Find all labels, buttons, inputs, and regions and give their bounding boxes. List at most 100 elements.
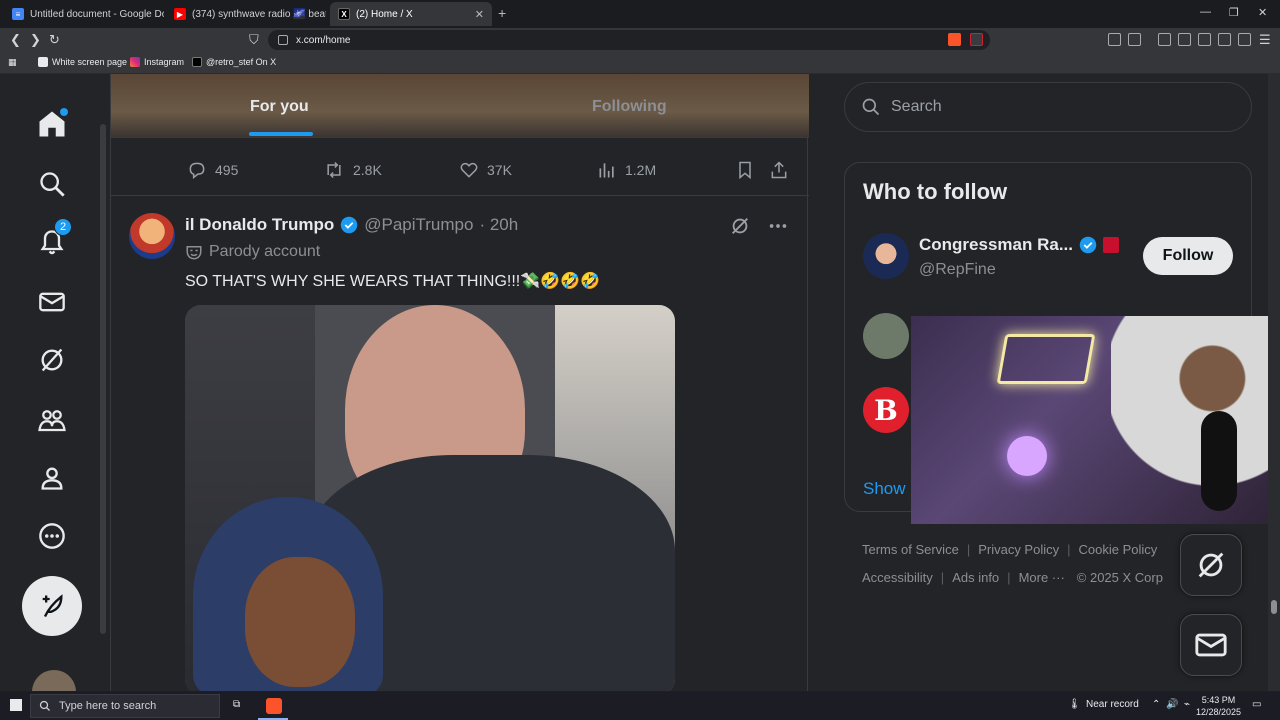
footer-more[interactable]: More ···: [1019, 570, 1065, 585]
like-button[interactable]: 37K: [459, 160, 512, 180]
page-scrollbar[interactable]: [1268, 74, 1280, 691]
volume-icon[interactable]: 🔊: [1166, 699, 1178, 710]
grok-icon[interactable]: [36, 344, 68, 376]
leo-ai-icon[interactable]: [1218, 33, 1231, 46]
notifications-bell-icon[interactable]: 2: [36, 218, 72, 258]
tweet-header-actions: [729, 215, 789, 237]
verified-badge-icon: [1079, 236, 1097, 254]
network-icon[interactable]: ⌁: [1184, 699, 1190, 710]
share-icon[interactable]: [769, 160, 789, 180]
follow-button[interactable]: Follow: [1143, 237, 1233, 275]
brave-shields-icon[interactable]: [948, 33, 961, 46]
bookmark-retro-stef[interactable]: @retro_stef On X: [192, 57, 276, 67]
minimize-icon[interactable]: —: [1200, 6, 1211, 18]
reading-list-icon[interactable]: [1198, 33, 1211, 46]
clock-time: 5:43 PM: [1201, 695, 1236, 705]
tab-title: (2) Home / X: [356, 8, 413, 20]
browser-tab-bar: ≡ Untitled document - Google Docs ▶ (374…: [0, 0, 1280, 28]
site-info-icon[interactable]: [278, 35, 288, 45]
media-icon[interactable]: [1158, 33, 1171, 46]
author-avatar[interactable]: [129, 213, 175, 259]
footer-cookies[interactable]: Cookie Policy: [1079, 542, 1158, 557]
apps-grid-icon[interactable]: ▦: [8, 57, 17, 68]
footer-terms[interactable]: Terms of Service: [862, 542, 959, 557]
tab-google-docs[interactable]: ≡ Untitled document - Google Docs: [4, 2, 164, 26]
tray-overflow-icon[interactable]: ⌃: [1152, 699, 1160, 710]
instagram-icon: [130, 57, 140, 67]
tweet[interactable]: il Donaldo Trumpo @PapiTrumpo · 20h Paro…: [111, 197, 809, 691]
back-icon[interactable]: ❮: [10, 32, 21, 48]
weather-icon[interactable]: 🌡: [1068, 699, 1081, 710]
google-docs-icon: ≡: [12, 8, 24, 20]
tweet-time[interactable]: · 20h: [479, 215, 518, 235]
windows-start-icon[interactable]: [10, 699, 22, 711]
grok-icon[interactable]: [729, 215, 751, 237]
messages-floating-button[interactable]: [1180, 614, 1242, 676]
suggestion-avatar[interactable]: [863, 233, 909, 279]
close-window-icon[interactable]: ✕: [1258, 6, 1267, 19]
tab-title: (374) synthwave radio 🌌 beats t: [192, 8, 326, 20]
microphone: [1201, 411, 1237, 511]
suggestion-name[interactable]: Congressman Ra...: [919, 235, 1073, 255]
more-dots-icon[interactable]: [767, 215, 789, 237]
brave-taskbar-icon[interactable]: [266, 698, 282, 714]
new-tab-button[interactable]: +: [498, 5, 506, 21]
sidebar-icon[interactable]: [1178, 33, 1191, 46]
menu-icon[interactable]: ☰: [1259, 32, 1271, 48]
profile-icon[interactable]: [36, 462, 68, 494]
author-name[interactable]: il Donaldo Trumpo: [185, 215, 334, 235]
suggestion-avatar[interactable]: [863, 313, 909, 359]
compose-post-button[interactable]: [22, 576, 82, 636]
scroll-thumb[interactable]: [1271, 600, 1277, 614]
view-count: 1.2M: [625, 162, 657, 178]
tab-title: Untitled document - Google Docs: [30, 8, 164, 20]
reply-button[interactable]: 495: [187, 160, 238, 180]
bookmark-instagram[interactable]: Instagram: [130, 57, 184, 67]
account-avatar[interactable]: [32, 670, 76, 691]
restore-icon[interactable]: ❐: [1229, 6, 1239, 19]
show-more-link[interactable]: Show: [863, 479, 906, 499]
taskbar-search[interactable]: Type here to search: [30, 694, 220, 718]
brave-rewards-icon[interactable]: [970, 33, 983, 46]
footer-accessibility[interactable]: Accessibility: [862, 570, 933, 585]
forward-icon[interactable]: ❯: [30, 32, 41, 48]
close-tab-icon[interactable]: ✕: [475, 8, 484, 21]
explore-search-icon[interactable]: [36, 168, 68, 200]
grok-floating-button[interactable]: [1180, 534, 1242, 596]
views-button[interactable]: 1.2M: [597, 160, 656, 180]
extensions-icon[interactable]: [1108, 33, 1121, 46]
bookmark-page-icon[interactable]: ⛉: [249, 32, 259, 48]
suggestion-item[interactable]: Congressman Ra... @RepFine Follow: [863, 233, 1243, 293]
tab-following[interactable]: Following: [592, 98, 667, 116]
more-options-icon[interactable]: [36, 520, 68, 552]
author-handle[interactable]: @PapiTrumpo: [364, 215, 473, 235]
messages-envelope-icon[interactable]: [36, 286, 68, 318]
weather-text[interactable]: Near record: [1086, 699, 1139, 710]
address-bar[interactable]: x.com/home: [268, 30, 990, 50]
left-nav-scrollbar[interactable]: [100, 124, 106, 634]
active-tab-indicator: [249, 132, 313, 136]
bookmark-post-icon[interactable]: [735, 160, 755, 180]
tab-x-home[interactable]: X (2) Home / X ✕: [330, 2, 492, 26]
vpn-icon[interactable]: [1238, 33, 1251, 46]
footer-ads-info[interactable]: Ads info: [952, 570, 999, 585]
system-clock[interactable]: 5:43 PM 12/28/2025: [1196, 694, 1241, 718]
reply-count: 495: [215, 162, 239, 178]
footer-copyright: © 2025 X Corp: [1076, 570, 1163, 585]
suggestion-logo-avatar[interactable]: B: [863, 387, 909, 433]
notification-center-icon[interactable]: ▭: [1252, 699, 1261, 710]
folder-icon: [38, 57, 48, 67]
repost-button[interactable]: 2.8K: [323, 160, 382, 180]
reload-icon[interactable]: ↻: [49, 32, 60, 48]
communities-icon[interactable]: [36, 404, 68, 436]
who-to-follow-title: Who to follow: [863, 179, 1008, 204]
tweet-photo[interactable]: [185, 305, 675, 691]
task-view-icon[interactable]: ⧉: [233, 699, 240, 710]
footer-privacy[interactable]: Privacy Policy: [978, 542, 1059, 557]
home-icon[interactable]: [36, 108, 68, 140]
tab-for-you[interactable]: For you: [250, 98, 309, 116]
search-input[interactable]: Search: [844, 82, 1252, 132]
bookmark-white-screen[interactable]: White screen page: [38, 57, 127, 67]
tab-youtube[interactable]: ▶ (374) synthwave radio 🌌 beats t: [166, 2, 326, 26]
wallet-icon[interactable]: [1128, 33, 1141, 46]
